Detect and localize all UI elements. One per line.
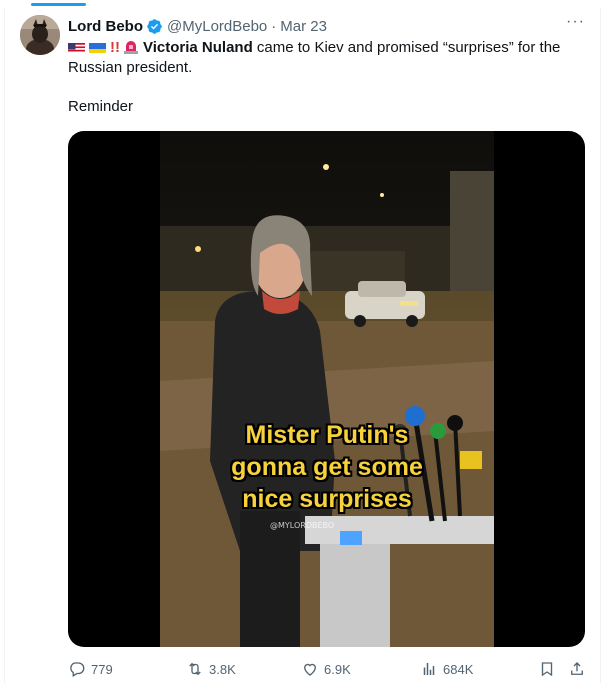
avatar[interactable] [20,15,60,55]
reply-count: 779 [91,661,113,677]
avatar-image [20,15,60,55]
author-name[interactable]: Lord Bebo [68,18,143,35]
caption-line-2: gonna get some [231,453,423,481]
retweet-button[interactable]: 3.8K [186,660,236,678]
views-button[interactable]: 684K [420,660,473,678]
video-player[interactable]: Mister Putin's gonna get some nice surpr… [68,131,585,647]
caption-line-1: Mister Putin's [245,421,409,449]
like-button[interactable]: 6.9K [301,660,351,678]
retweet-count: 3.8K [209,661,236,677]
views-icon [423,663,435,675]
caption-line-3: nice surprises [242,485,412,513]
tweet-body-text: came to Kiev and promised “surprises” fo… [68,39,561,76]
tweet-reminder-text: Reminder [68,98,134,115]
reply-icon [70,662,85,677]
bookmark-icon [541,662,553,677]
tweet-actions-bar: 779 3.8K 6.9K 684K [68,660,588,680]
share-icon [571,662,583,675]
tweet-header: Lord Bebo @MyLordBebo · Mar 23 ··· [68,13,585,37]
bookmark-button[interactable] [538,660,561,678]
tweet-date[interactable]: Mar 23 [280,18,327,35]
verified-badge-icon [147,18,162,34]
like-icon [304,663,316,676]
siren-icon [124,41,138,54]
double-exclamation: !! [110,39,120,56]
video-still [160,131,494,647]
more-icon[interactable]: ··· [566,13,585,31]
us-flag-icon [68,41,85,53]
timeline-border-right [600,8,601,683]
share-button[interactable] [568,660,591,678]
active-tab-indicator [31,3,86,6]
mention-name: Victoria Nuland [143,39,253,56]
video-frame[interactable]: Mister Putin's gonna get some nice surpr… [160,131,494,647]
ukraine-flag-icon [89,41,106,53]
retweet-icon [189,662,201,676]
reply-button[interactable]: 779 [68,660,113,678]
author-handle[interactable]: @MyLordBebo [167,18,267,35]
video-watermark: @MYLORDBEBO [270,521,335,530]
timeline-border-left [4,8,5,683]
views-count: 684K [443,661,474,677]
video-caption: Mister Putin's gonna get some nice surpr… [160,419,494,515]
date-separator: · [271,17,277,35]
tweet-text: !! Victoria Nuland came to Kiev and prom… [68,38,593,78]
like-count: 6.9K [324,661,351,677]
